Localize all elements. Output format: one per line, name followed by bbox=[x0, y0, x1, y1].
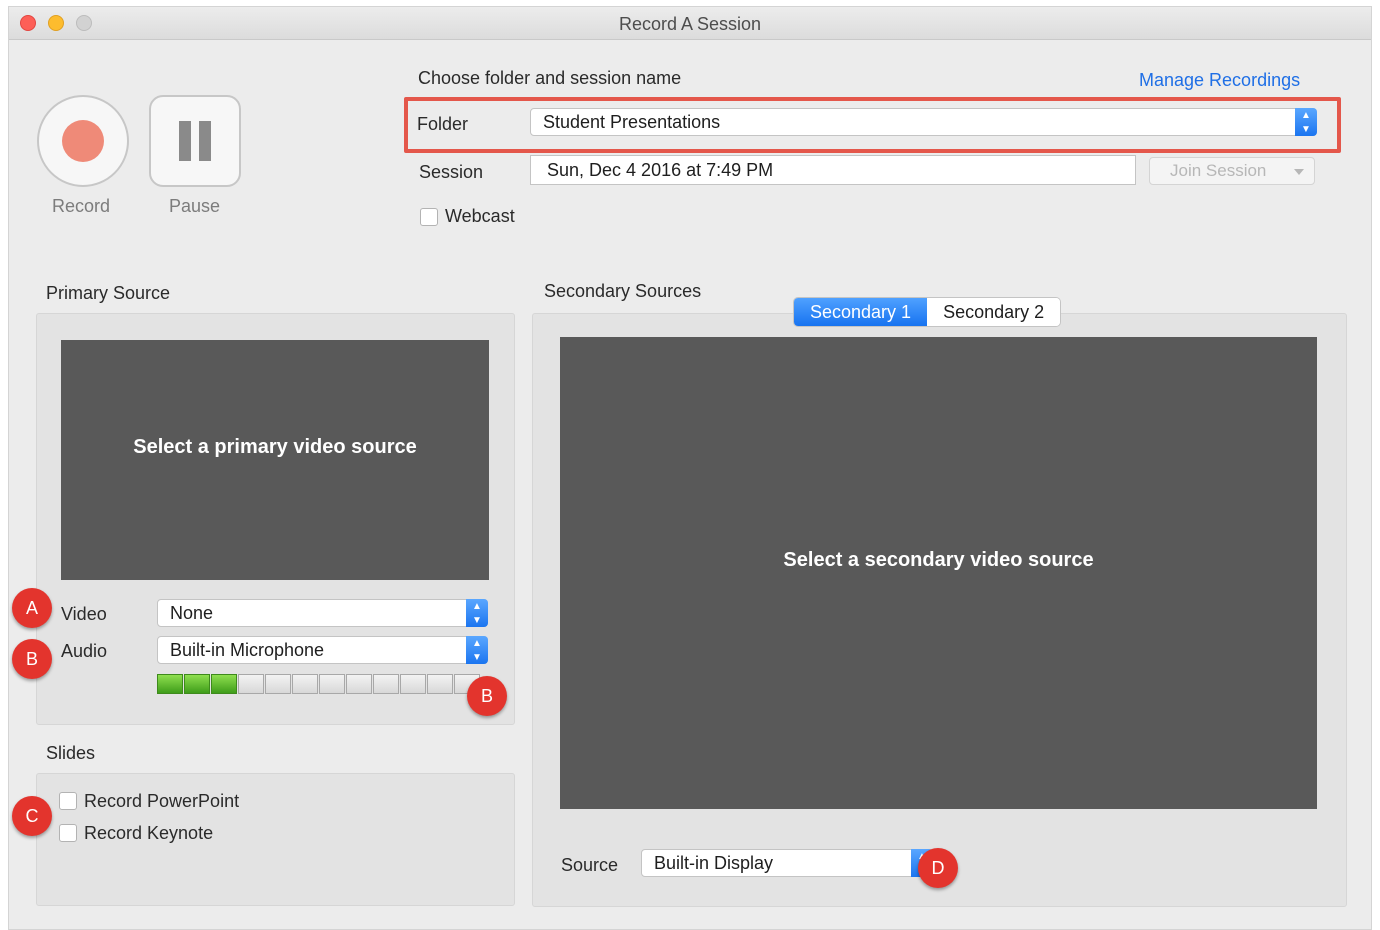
manage-recordings-link[interactable]: Manage Recordings bbox=[1139, 70, 1300, 91]
slides-heading: Slides bbox=[46, 743, 96, 763]
audio-level-meter bbox=[157, 674, 481, 696]
webcast-label: Webcast bbox=[445, 206, 515, 226]
pause-button[interactable] bbox=[149, 95, 241, 187]
source-label: Source bbox=[561, 855, 619, 875]
tab-secondary-1[interactable]: Secondary 1 bbox=[794, 298, 928, 326]
audio-level-segment bbox=[238, 674, 264, 694]
folder-select[interactable]: Student Presentations ▲ ▼ bbox=[530, 108, 1317, 136]
record-label: Record bbox=[52, 196, 111, 216]
annotation-marker-d: D bbox=[918, 848, 958, 888]
annotation-marker-a: A bbox=[12, 588, 52, 628]
record-keynote-label: Record Keynote bbox=[84, 823, 214, 843]
folder-value: Student Presentations bbox=[543, 112, 721, 132]
audio-level-segment bbox=[346, 674, 372, 694]
session-heading: Choose folder and session name bbox=[418, 68, 682, 88]
chevron-updown-icon: ▲▼ bbox=[466, 599, 488, 627]
secondary-video-preview[interactable]: Select a secondary video source bbox=[560, 337, 1317, 809]
folder-label: Folder bbox=[417, 114, 469, 134]
webcast-checkbox[interactable] bbox=[420, 208, 438, 226]
secondary-tabs: Secondary 1 Secondary 2 bbox=[793, 297, 1062, 327]
audio-level-segment bbox=[265, 674, 291, 694]
record-powerpoint-checkbox[interactable] bbox=[59, 792, 77, 810]
record-button[interactable] bbox=[37, 95, 129, 187]
session-name-field[interactable]: Sun, Dec 4 2016 at 7:49 PM bbox=[530, 155, 1136, 185]
source-value: Built-in Display bbox=[654, 853, 774, 873]
audio-level-segment bbox=[319, 674, 345, 694]
video-label: Video bbox=[61, 604, 107, 624]
secondary-preview-text: Select a secondary video source bbox=[783, 549, 1094, 571]
audio-level-segment bbox=[400, 674, 426, 694]
record-icon bbox=[62, 120, 104, 162]
audio-value: Built-in Microphone bbox=[170, 640, 325, 660]
audio-level-segment bbox=[184, 674, 210, 694]
session-label: Session bbox=[419, 162, 484, 182]
session-name-value: Sun, Dec 4 2016 at 7:49 PM bbox=[547, 160, 774, 180]
audio-level-segment bbox=[157, 674, 183, 694]
primary-source-heading: Primary Source bbox=[46, 283, 171, 303]
tab-secondary-2[interactable]: Secondary 2 bbox=[927, 298, 1061, 326]
annotation-marker-b: B bbox=[12, 639, 52, 679]
audio-level-segment bbox=[373, 674, 399, 694]
chevron-updown-icon: ▲▼ bbox=[1295, 108, 1317, 136]
primary-video-preview[interactable]: Select a primary video source bbox=[61, 340, 489, 580]
join-session-label: Join Session bbox=[1170, 161, 1267, 180]
annotation-marker-c: C bbox=[12, 796, 52, 836]
annotation-marker-b-meter: B bbox=[467, 676, 507, 716]
chevron-updown-icon: ▲▼ bbox=[466, 636, 488, 664]
primary-preview-text: Select a primary video source bbox=[133, 436, 417, 458]
audio-select[interactable]: Built-in Microphone ▲ ▼ bbox=[157, 636, 488, 664]
window-title: Record A Session bbox=[618, 14, 762, 34]
record-keynote-checkbox[interactable] bbox=[59, 824, 77, 842]
video-value: None bbox=[170, 603, 214, 623]
secondary-sources-heading: Secondary Sources bbox=[544, 281, 702, 301]
audio-label: Audio bbox=[61, 641, 108, 661]
title-bar: Record A Session bbox=[9, 7, 1371, 40]
video-select[interactable]: None ▲ ▼ bbox=[157, 599, 488, 627]
audio-level-segment bbox=[211, 674, 237, 694]
audio-level-segment bbox=[427, 674, 453, 694]
join-session-button[interactable]: Join Session bbox=[1149, 157, 1315, 185]
source-select[interactable]: Built-in Display ▲▼ bbox=[641, 849, 933, 877]
chevron-down-icon bbox=[1294, 169, 1304, 175]
record-session-window: Record A Session Record Pause Choose fol… bbox=[8, 6, 1372, 930]
pause-label: Pause bbox=[169, 196, 221, 216]
record-powerpoint-label: Record PowerPoint bbox=[84, 791, 240, 811]
audio-level-segment bbox=[292, 674, 318, 694]
